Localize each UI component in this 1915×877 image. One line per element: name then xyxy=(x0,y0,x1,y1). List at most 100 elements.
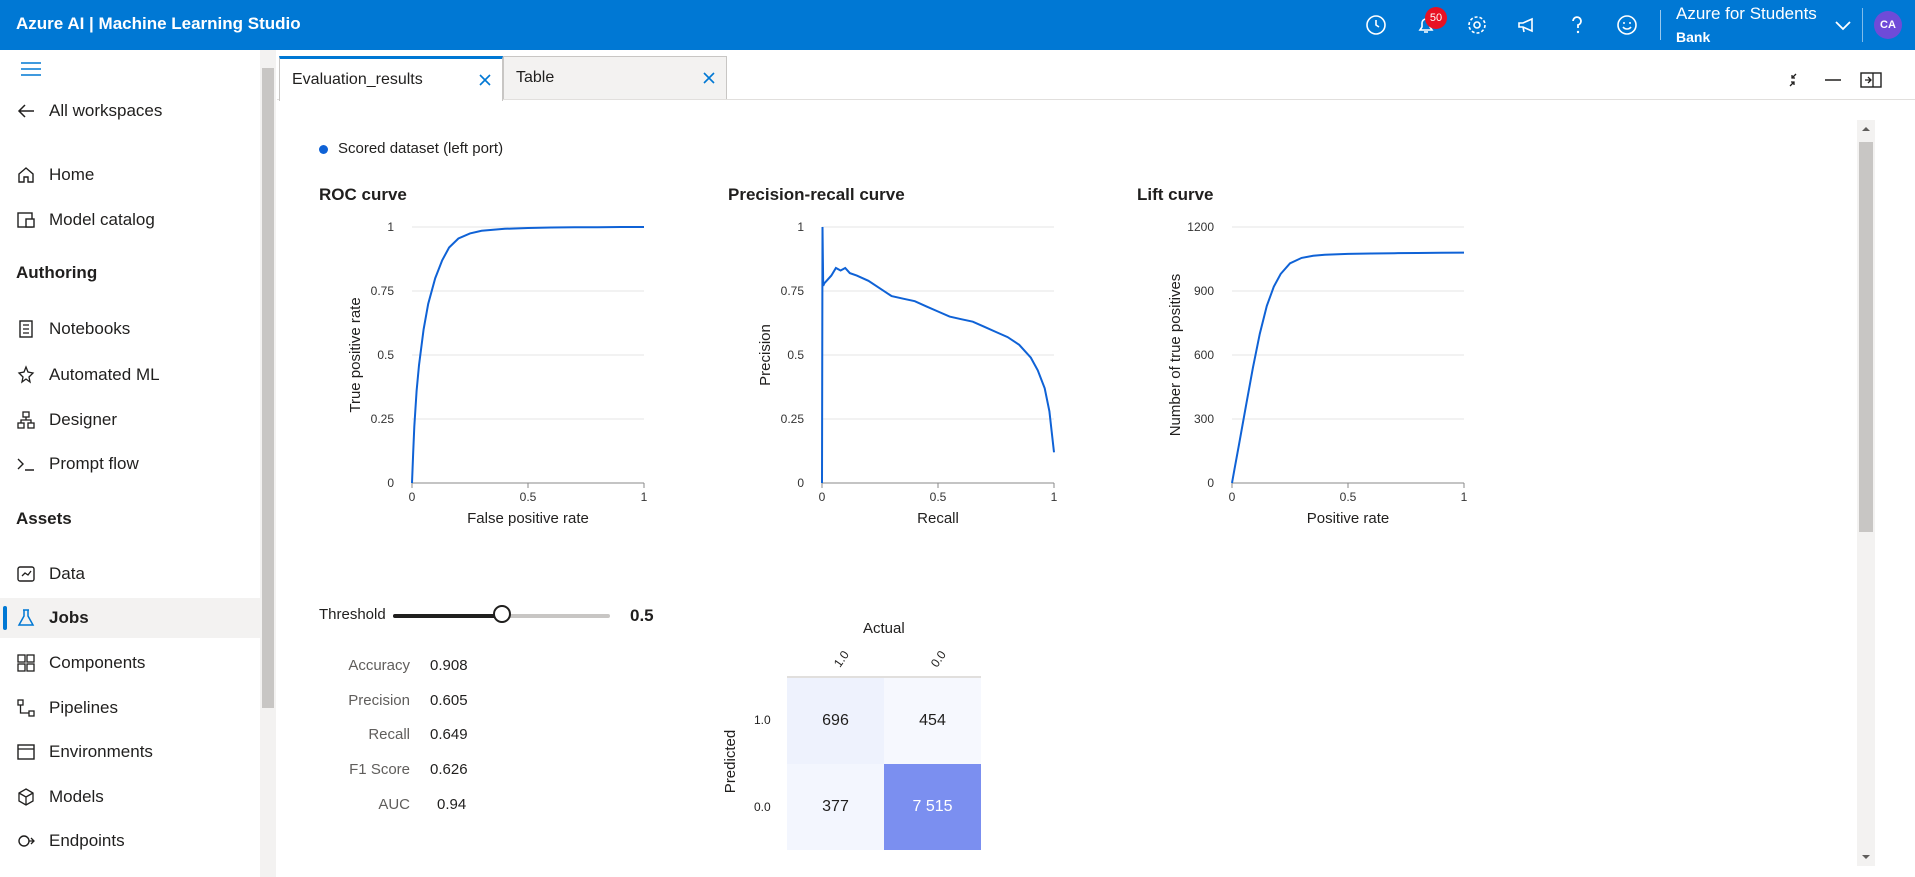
metric-name: AUC xyxy=(378,796,410,813)
sidebar-item-data[interactable]: Data xyxy=(0,554,260,594)
metric-name: F1 Score xyxy=(349,761,410,778)
pr-chart: 0 0.25 0.5 0.75 1 0 0.5 1 Recall Precision xyxy=(757,220,1058,527)
back-label: All workspaces xyxy=(49,101,163,120)
metric-name: Precision xyxy=(348,692,410,709)
sidebar-item-prompt-flow[interactable]: Prompt flow xyxy=(0,444,260,484)
close-icon[interactable] xyxy=(478,73,492,87)
threshold-label: Threshold xyxy=(319,606,386,623)
lift-chart: 0 300 600 900 1200 0 0.5 1 Positive rate Number o… xyxy=(1167,220,1468,527)
sidebar-scrollbar[interactable] xyxy=(260,50,276,877)
top-separator xyxy=(1660,10,1661,40)
x-tick-label: 0.5 xyxy=(520,490,537,504)
y-tick-label: 1 xyxy=(387,220,394,234)
notebook-icon xyxy=(19,320,33,338)
cm-cell-fp: 454 xyxy=(884,678,981,764)
sidebar-item-designer[interactable]: Designer xyxy=(0,400,260,440)
roc-chart: 0 0.25 0.5 0.75 1 0 0.5 1 False positive rate Tru… xyxy=(347,220,648,527)
metric-value: 0.649 xyxy=(430,726,468,743)
sidebar-item-home[interactable]: Home xyxy=(0,155,260,195)
models-icon xyxy=(18,788,34,806)
sidebar-item-endpoints[interactable]: Endpoints xyxy=(0,821,260,861)
help-icon[interactable] xyxy=(1566,14,1588,36)
sidebar-item-label: Home xyxy=(49,165,95,184)
series-line xyxy=(1231,251,1465,484)
automl-icon xyxy=(17,365,35,384)
legend-marker xyxy=(319,145,328,154)
sidebar-scrollbar-thumb[interactable] xyxy=(262,68,274,708)
minimize-icon[interactable] xyxy=(1822,71,1844,89)
x-axis-label: False positive rate xyxy=(467,510,589,527)
tab-label: Table xyxy=(516,69,555,86)
back-to-workspaces[interactable]: All workspaces xyxy=(0,91,260,131)
sidebar-item-environments[interactable]: Environments xyxy=(0,732,260,772)
y-axis-label: True positive rate xyxy=(347,297,364,412)
y-tick-label: 0.25 xyxy=(371,412,395,426)
tab-label: Evaluation_results xyxy=(292,71,423,88)
chevron-down-icon[interactable] xyxy=(1832,14,1854,36)
hamburger-menu-icon[interactable] xyxy=(20,60,42,78)
sidebar-item-label: Automated ML xyxy=(49,365,160,384)
cm-row-label: 0.0 xyxy=(754,800,771,814)
gear-icon[interactable] xyxy=(1466,14,1488,36)
sidebar-item-label: Jobs xyxy=(49,608,89,627)
y-tick-label: 0.25 xyxy=(781,412,805,426)
x-axis-label: Recall xyxy=(917,510,959,527)
threshold-slider-fill xyxy=(393,614,502,618)
sidebar-item-label: Data xyxy=(49,564,85,583)
tab-table[interactable]: Table xyxy=(503,56,727,99)
content-scrollbar-thumb[interactable] xyxy=(1859,142,1873,532)
cm-row-label: 1.0 xyxy=(754,713,771,727)
x-tick-label: 0 xyxy=(409,490,416,504)
designer-icon xyxy=(17,411,35,429)
y-tick-label: 0 xyxy=(797,476,804,490)
y-tick-label: 0.5 xyxy=(787,348,804,362)
sidebar-item-models[interactable]: Models xyxy=(0,777,260,817)
scroll-up-icon[interactable] xyxy=(1861,124,1871,134)
legend-label[interactable]: Scored dataset (left port) xyxy=(338,140,503,157)
y-axis-label: Number of true positives xyxy=(1167,274,1184,437)
megaphone-icon[interactable] xyxy=(1516,14,1538,36)
tab-evaluation-results[interactable]: Evaluation_results xyxy=(279,56,503,101)
cm-col-label: 1.0 xyxy=(830,648,852,670)
tab-bar: Evaluation_results Table xyxy=(277,50,1915,101)
y-tick-label: 0.75 xyxy=(781,284,805,298)
collapse-icon[interactable] xyxy=(1782,71,1804,89)
cm-cell-fn: 377 xyxy=(787,764,884,850)
scroll-down-icon[interactable] xyxy=(1861,852,1871,862)
avatar[interactable]: CA xyxy=(1874,11,1902,39)
sidebar-item-automated-ml[interactable]: Automated ML xyxy=(0,355,260,395)
sidebar-item-components[interactable]: Components xyxy=(0,643,260,683)
section-authoring: Authoring xyxy=(16,263,98,282)
x-tick-label: 1 xyxy=(1051,490,1058,504)
dock-panel-icon[interactable] xyxy=(1860,71,1882,89)
sidebar-item-notebooks[interactable]: Notebooks xyxy=(0,309,260,349)
flask-icon xyxy=(17,609,35,626)
arrow-left-icon xyxy=(17,104,34,118)
smiley-icon[interactable] xyxy=(1616,14,1638,36)
clock-icon[interactable] xyxy=(1365,14,1387,36)
close-icon[interactable] xyxy=(702,71,716,85)
catalog-icon xyxy=(17,212,35,228)
threshold-slider-thumb[interactable] xyxy=(492,605,511,623)
workspace-name[interactable]: Bank xyxy=(1676,29,1710,45)
y-tick-label: 900 xyxy=(1194,284,1214,298)
y-tick-label: 600 xyxy=(1194,348,1214,362)
y-tick-label: 0 xyxy=(1207,476,1214,490)
x-tick-label: 1 xyxy=(1461,490,1468,504)
cm-actual-label: Actual xyxy=(863,620,905,637)
y-tick-label: 1 xyxy=(797,220,804,234)
content-scrollbar[interactable] xyxy=(1857,120,1875,866)
x-tick-label: 0 xyxy=(1229,490,1236,504)
x-tick-label: 1 xyxy=(641,490,648,504)
metric-value: 0.626 xyxy=(430,761,468,778)
cm-predicted-label: Predicted xyxy=(722,729,740,794)
app-title[interactable]: Azure AI | Machine Learning Studio xyxy=(16,14,301,34)
sidebar-item-pipelines[interactable]: Pipelines xyxy=(0,688,260,728)
metric-name: Accuracy xyxy=(348,657,410,674)
sidebar-item-model-catalog[interactable]: Model catalog xyxy=(0,200,260,240)
roc-chart-title: ROC curve xyxy=(319,185,407,204)
account-name[interactable]: Azure for Students xyxy=(1676,4,1817,24)
components-icon xyxy=(17,654,35,672)
sidebar-item-label: Notebooks xyxy=(49,319,131,338)
sidebar-item-jobs[interactable]: Jobs xyxy=(0,598,260,638)
